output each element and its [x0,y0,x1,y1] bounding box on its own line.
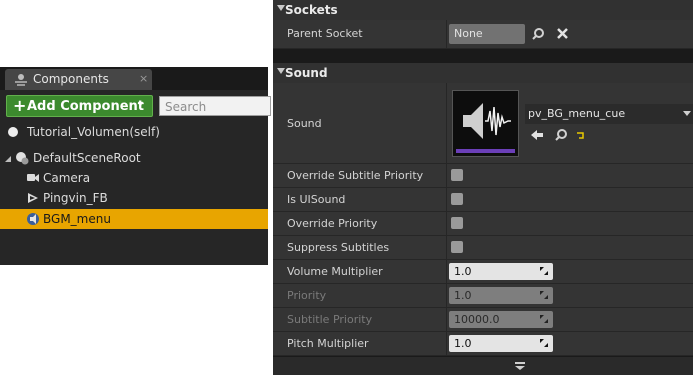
field-value: 1.0 [454,337,472,350]
property-label: Suppress Subtitles [287,241,390,254]
components-tab[interactable]: Components × [5,69,152,90]
components-tab-label: Components [33,72,109,86]
chevron-down-icon: ▾ [138,99,144,110]
property-label: Sound [287,117,322,130]
sound-asset-name: pv_BG_menu_cue [528,107,626,120]
resize-icon[interactable] [540,339,548,347]
column-divider [446,284,447,307]
field-value: 1.0 [454,265,472,278]
property-label: Override Subtitle Priority [287,169,424,182]
field-value: 10000.0 [454,313,500,326]
column-divider [446,260,447,283]
column-divider [446,188,447,211]
sound-thumbnail[interactable] [452,90,519,157]
add-component-button[interactable]: + Add Component ▾ [6,95,153,117]
use-selected-arrow-icon[interactable] [530,129,544,144]
property-label: Volume Multiplier [287,265,383,278]
search-placeholder: Search [165,100,207,114]
override-subtitle-priority-checkbox[interactable] [451,169,463,181]
property-label: Subtitle Priority [287,313,373,326]
tree-item-bgm-menu[interactable]: BGM_menu [0,209,268,229]
sound-row: Sound pv_BG_menu_cue [273,83,693,164]
volume-multiplier-row: Volume Multiplier 1.0 [273,260,693,284]
column-divider [446,212,447,235]
property-label: Is UISound [287,193,346,206]
components-tab-bar: Components × [0,67,268,90]
search-icon[interactable] [554,128,568,145]
column-divider [446,236,447,259]
override-subtitle-priority-row: Override Subtitle Priority [273,164,693,188]
details-panel: Sockets Parent Socket None Sound Sound p… [273,0,693,375]
pitch-multiplier-field[interactable]: 1.0 [449,335,553,352]
expand-arrow-icon[interactable] [4,153,12,166]
tree-item-label: DefaultSceneRoot [33,151,141,165]
clear-icon[interactable] [556,27,569,43]
chevron-down-icon [683,111,691,116]
column-divider [446,332,447,355]
override-priority-checkbox[interactable] [451,217,463,229]
plus-icon: + [13,96,27,115]
camera-icon [26,171,40,188]
sockets-section-header[interactable]: Sockets [273,0,693,20]
subtitle-priority-row: Subtitle Priority 10000.0 [273,308,693,332]
suppress-subtitles-checkbox[interactable] [451,241,463,253]
components-panel: Components × + Add Component ▾ Search Tu… [0,67,271,265]
tree-item-pingvin-fb[interactable]: Pingvin_FB [0,188,268,208]
tree-item-label: Camera [43,171,91,185]
actor-sphere-icon [7,126,19,141]
property-label: Priority [287,289,327,302]
parent-socket-row: Parent Socket None [273,20,693,49]
suppress-subtitles-row: Suppress Subtitles [273,236,693,260]
is-uisound-checkbox[interactable] [451,193,463,205]
tree-item-label: BGM_menu [43,212,111,226]
audio-icon [26,212,40,229]
mesh-icon [26,191,40,208]
section-title: Sound [285,66,328,80]
close-icon[interactable]: × [139,72,148,85]
column-divider [446,20,447,48]
column-divider [446,164,447,187]
reset-icon[interactable] [576,130,585,143]
scene-root-icon [14,150,30,169]
components-icon [13,72,29,91]
resize-icon [540,291,548,299]
parent-socket-value: None [454,27,483,40]
sound-cue-thumbnail-icon [453,91,518,156]
override-priority-row: Override Priority [273,212,693,236]
subtitle-priority-field: 10000.0 [449,311,553,328]
tree-root-label: Tutorial_Volumen(self) [27,125,160,139]
sound-asset-dropdown[interactable]: pv_BG_menu_cue [525,104,693,124]
column-divider [446,83,447,163]
search-input[interactable]: Search [159,96,271,116]
resize-icon [540,315,548,323]
search-icon[interactable] [531,27,545,44]
resize-icon[interactable] [540,267,548,275]
add-component-label: Add Component [27,99,144,114]
column-divider [446,308,447,331]
collapse-arrow-icon [277,68,285,74]
advanced-expander[interactable] [273,357,693,375]
pitch-multiplier-row: Pitch Multiplier 1.0 [273,332,693,356]
property-label: Override Priority [287,217,378,230]
expand-advanced-icon[interactable] [514,361,526,374]
parent-socket-field[interactable]: None [449,24,525,44]
tree-item-camera[interactable]: Camera [0,168,268,188]
property-label: Parent Socket [287,27,363,40]
tree-root-item[interactable]: Tutorial_Volumen(self) [0,122,268,142]
priority-field: 1.0 [449,287,553,304]
collapse-arrow-icon [277,5,285,11]
section-title: Sockets [285,3,338,17]
tree-item-label: Pingvin_FB [43,191,108,205]
sound-section-header[interactable]: Sound [273,63,693,83]
tree-item-defaultsceneroot[interactable]: DefaultSceneRoot [0,148,268,168]
volume-multiplier-field[interactable]: 1.0 [449,263,553,280]
is-uisound-row: Is UISound [273,188,693,212]
property-label: Pitch Multiplier [287,337,369,350]
field-value: 1.0 [454,289,472,302]
priority-row: Priority 1.0 [273,284,693,308]
